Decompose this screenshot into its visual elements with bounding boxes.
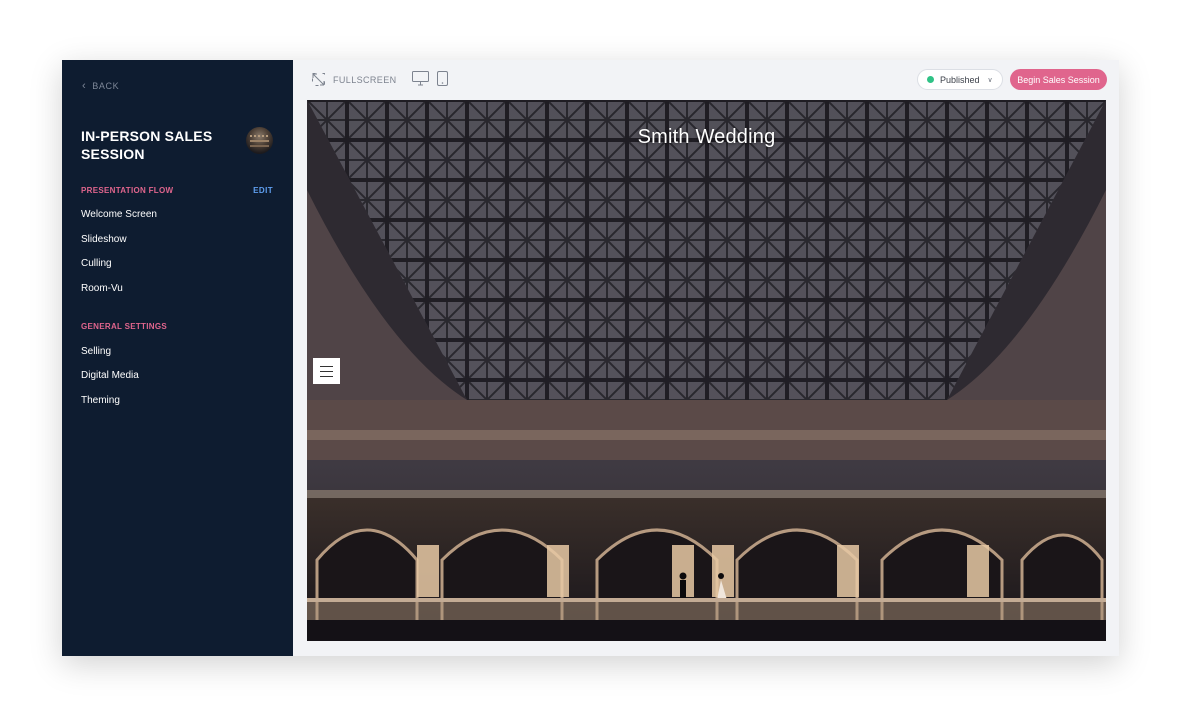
hero-image [307, 100, 1106, 641]
status-dot-icon [927, 76, 934, 83]
section-label-general-settings: GENERAL SETTINGS [81, 322, 167, 331]
app-window: ‹ BACK IN-PERSON SALES SESSION PRESENTAT… [62, 60, 1119, 656]
session-thumbnail [246, 127, 273, 154]
fullscreen-label: FULLSCREEN [333, 74, 397, 85]
sidebar-item-room-vu[interactable]: Room-Vu [81, 283, 123, 294]
sidebar-item-culling[interactable]: Culling [81, 258, 112, 269]
session-title: IN-PERSON SALES SESSION [81, 128, 213, 162]
tablet-icon[interactable] [437, 71, 448, 86]
sidebar-item-slideshow[interactable]: Slideshow [81, 234, 127, 245]
sidebar-item-digital-media[interactable]: Digital Media [81, 370, 139, 381]
sidebar-item-welcome-screen[interactable]: Welcome Screen [81, 209, 157, 220]
back-link[interactable]: ‹ BACK [82, 79, 120, 92]
edit-flow-button[interactable]: EDIT [253, 186, 273, 195]
chevron-down-icon: ∨ [987, 76, 993, 84]
sidebar-item-theming[interactable]: Theming [81, 395, 120, 406]
presentation-preview: Smith Wedding [307, 100, 1106, 641]
back-label: BACK [92, 81, 120, 91]
top-toolbar: FULLSCREEN Published ∨ Begin Sales Sessi… [293, 60, 1119, 100]
sidebar: ‹ BACK IN-PERSON SALES SESSION PRESENTAT… [62, 60, 293, 656]
chevron-left-icon: ‹ [82, 79, 87, 92]
fullscreen-button[interactable]: FULLSCREEN [312, 73, 397, 86]
section-label-presentation-flow: PRESENTATION FLOW [81, 186, 174, 195]
status-dropdown[interactable]: Published ∨ [917, 69, 1003, 90]
begin-sales-session-button[interactable]: Begin Sales Session [1010, 69, 1107, 90]
preview-title: Smith Wedding [637, 126, 776, 148]
desktop-icon[interactable] [412, 71, 429, 86]
status-label: Published [940, 74, 980, 85]
fullscreen-icon [312, 73, 325, 86]
hamburger-menu-icon[interactable] [313, 358, 340, 384]
sidebar-item-selling[interactable]: Selling [81, 346, 111, 357]
